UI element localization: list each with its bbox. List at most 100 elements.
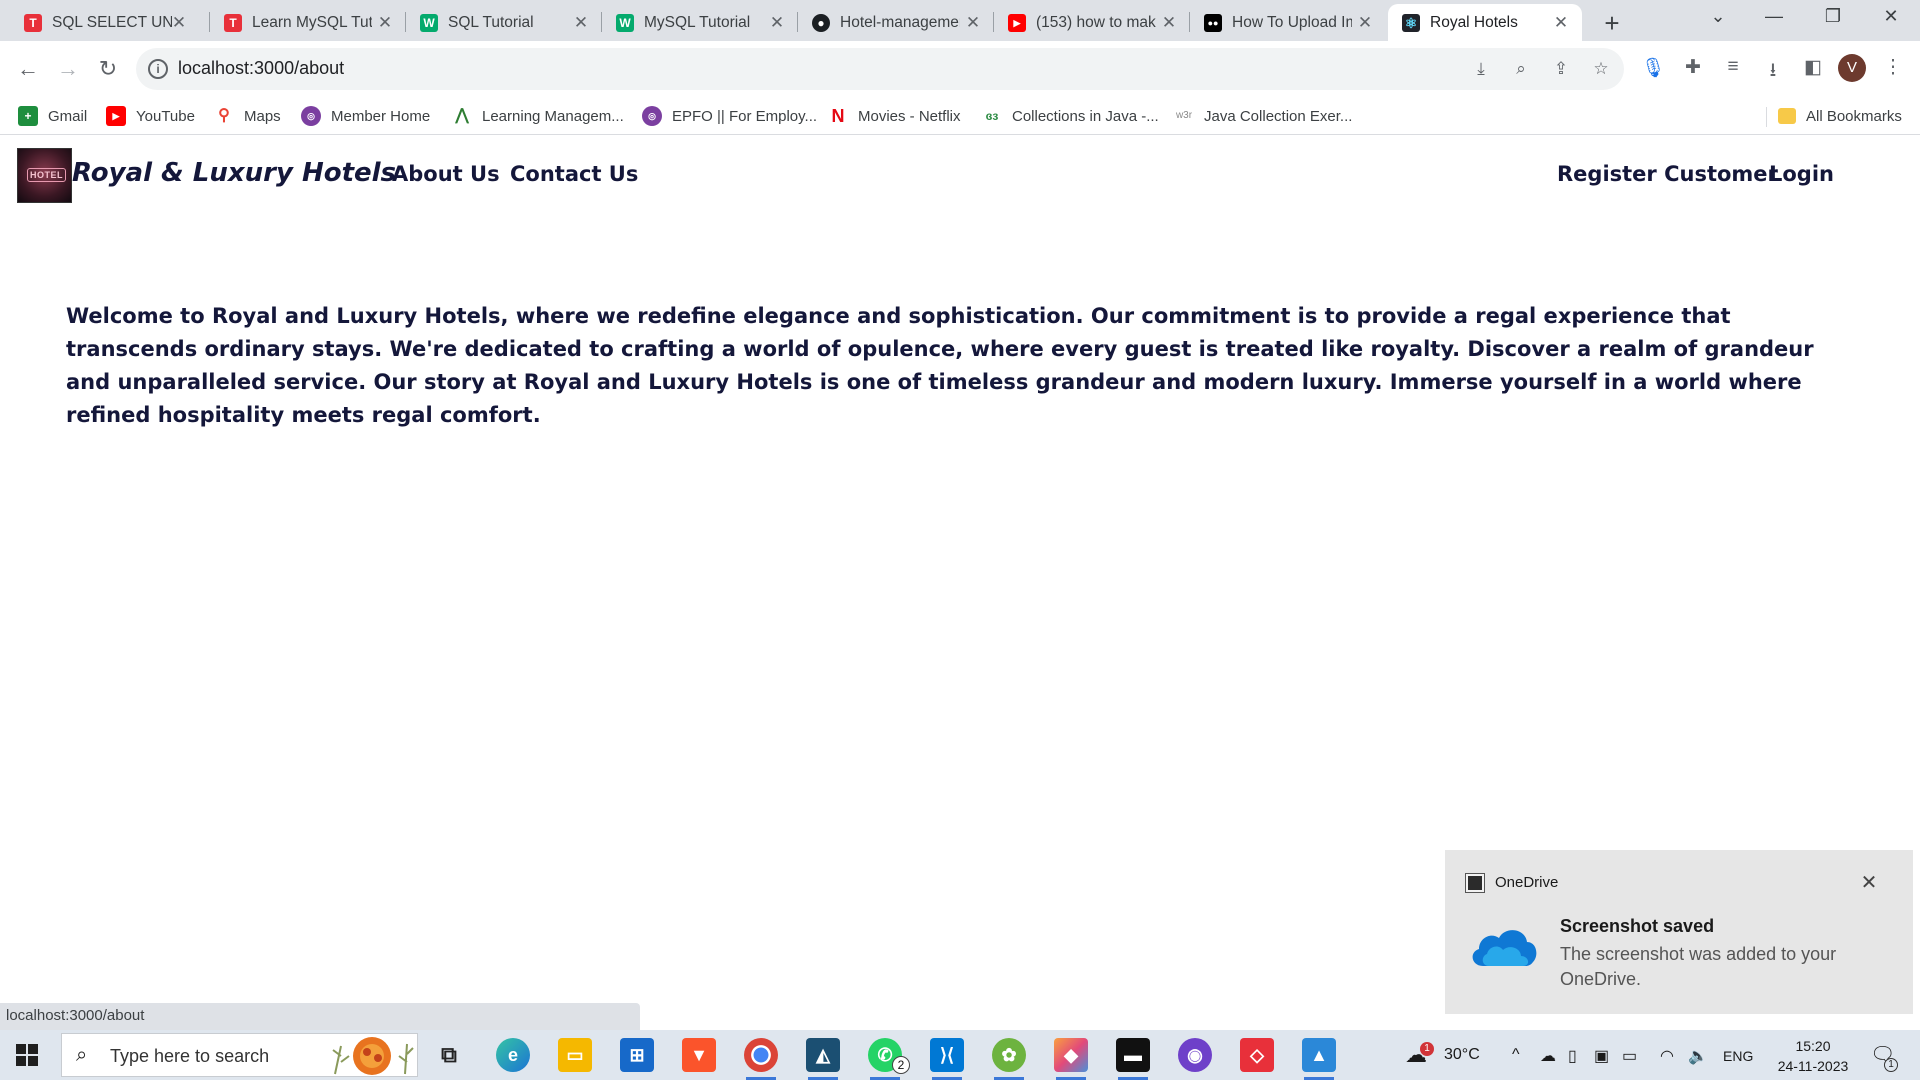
tab-how-to-upload[interactable]: ●● How To Upload Images ✕ <box>1190 4 1386 41</box>
app-launcher-icon[interactable]: ◇ <box>1240 1038 1274 1072</box>
taskbar-search-input[interactable]: ⌕ Type here to search <box>61 1033 418 1077</box>
edge-icon[interactable]: e <box>496 1038 530 1072</box>
address-bar[interactable]: i localhost:3000/about ⤓ ⌕ ⇪ ☆ <box>136 48 1624 90</box>
maps-pin-icon: ⚲ <box>218 107 230 124</box>
battery-icon[interactable]: ▭ <box>1622 1046 1637 1066</box>
profile-avatar[interactable]: V <box>1838 54 1866 82</box>
tutorial-tee-icon: T <box>24 14 42 32</box>
side-panel-icon[interactable]: ◧ <box>1800 56 1826 82</box>
browser-toolbar: ← → ↻ i localhost:3000/about ⤓ ⌕ ⇪ ☆ 🎙 ✚… <box>0 41 1920 97</box>
close-icon[interactable]: ✕ <box>1857 870 1881 894</box>
forward-arrow-icon[interactable]: → <box>54 55 82 83</box>
nav-about-us[interactable]: About Us <box>392 162 500 186</box>
bookmark-epfo[interactable]: ◎ EPFO || For Employ... <box>642 105 817 127</box>
clock-date: 24-11-2023 <box>1777 1058 1849 1074</box>
chrome-icon[interactable] <box>744 1038 778 1080</box>
media-queue-icon[interactable]: ≡ <box>1720 56 1746 82</box>
tab-hotel-management-github[interactable]: ● Hotel-management ✕ <box>798 4 994 41</box>
onedrive-tray-icon[interactable]: ☁ <box>1540 1046 1556 1066</box>
tab-search-chevron-icon[interactable]: ⌄ <box>1698 6 1738 27</box>
speaker-icon[interactable]: 🔈 <box>1688 1046 1708 1066</box>
nav-register-customer[interactable]: Register Customer <box>1557 162 1778 186</box>
close-icon[interactable]: ✕ <box>376 14 394 32</box>
windows-start-icon[interactable] <box>16 1044 38 1066</box>
github-icon: ● <box>812 14 830 32</box>
downloads-icon[interactable]: ⭳ <box>1760 56 1786 82</box>
github-desktop-icon[interactable]: ◉ <box>1178 1038 1212 1072</box>
tab-sql-tutorial[interactable]: W SQL Tutorial ✕ <box>406 4 602 41</box>
about-paragraph: Welcome to Royal and Luxury Hotels, wher… <box>66 304 1814 427</box>
close-icon[interactable]: ✕ <box>1160 14 1178 32</box>
temperature-label[interactable]: 30°C <box>1444 1046 1480 1064</box>
w3resource-icon: w3r <box>1175 110 1193 121</box>
extensions-puzzle-icon[interactable]: ✚ <box>1680 56 1706 82</box>
close-icon[interactable]: ✕ <box>964 14 982 32</box>
tab-title: SQL Tutorial <box>448 14 534 31</box>
tab-mysql-tutorial[interactable]: W MySQL Tutorial ✕ <box>602 4 798 41</box>
bookmark-collections-java[interactable]: ɞɜ Collections in Java -... <box>982 105 1159 127</box>
clock-time: 15:20 <box>1795 1038 1831 1054</box>
tab-youtube-video[interactable]: ▶ (153) how to make ✕ <box>994 4 1190 41</box>
bookmark-member-home[interactable]: ◎ Member Home <box>301 105 430 127</box>
terminal-icon[interactable]: ▬ <box>1116 1038 1150 1080</box>
window-close-icon[interactable]: ✕ <box>1871 6 1911 27</box>
site-navbar: HOTEL Royal & Luxury Hotels About Us Con… <box>0 136 1920 216</box>
notification-count-badge: 1 <box>1884 1058 1898 1072</box>
share-icon[interactable]: ⇪ <box>1550 59 1572 81</box>
site-brand[interactable]: Royal & Luxury Hotels <box>72 158 396 188</box>
bookmark-youtube[interactable]: ▶ YouTube <box>106 105 195 127</box>
taskbar-clock[interactable]: 15:20 24-11-2023 <box>1768 1036 1858 1076</box>
bookmark-netflix[interactable]: N Movies - Netflix <box>828 105 961 127</box>
all-bookmarks-folder[interactable]: All Bookmarks <box>1778 105 1902 127</box>
bookmark-gmail[interactable]: + Gmail <box>18 105 87 127</box>
bookmark-java-collection-exercises[interactable]: w3r Java Collection Exer... <box>1174 105 1352 127</box>
device-icon[interactable]: ▯ <box>1568 1046 1577 1066</box>
file-explorer-icon[interactable]: ▭ <box>558 1038 592 1072</box>
microphone-icon[interactable]: 🎙 <box>1640 56 1666 82</box>
windows-taskbar: ⌕ Type here to search ⧉ e ▭ ⊞ ▼ ◭ ✆ 2 ⟩⟨… <box>0 1030 1920 1080</box>
reload-icon[interactable]: ↻ <box>94 55 122 83</box>
spring-tools-icon[interactable]: ✿ <box>992 1038 1026 1080</box>
onedrive-notification[interactable]: OneDrive ✕ Screenshot saved The screensh… <box>1445 850 1913 1014</box>
task-view-icon[interactable]: ⧉ <box>432 1038 466 1072</box>
onedrive-app-icon <box>1465 873 1485 893</box>
tab-title: Hotel-management <box>840 14 960 31</box>
tab-sql-select-unique[interactable]: T SQL SELECT UNIQUE ✕ <box>0 4 200 41</box>
close-icon[interactable]: ✕ <box>572 14 590 32</box>
install-app-icon[interactable]: ⤓ <box>1470 59 1492 81</box>
new-tab-plus-icon[interactable]: + <box>1599 8 1625 39</box>
meet-now-icon[interactable]: ▣ <box>1594 1046 1609 1066</box>
site-info-icon[interactable]: i <box>148 59 168 79</box>
vscode-icon[interactable]: ⟩⟨ <box>930 1038 964 1080</box>
close-icon[interactable]: ✕ <box>170 14 188 32</box>
bookmark-learning-management[interactable]: ⋀ Learning Managem... <box>452 105 623 127</box>
nav-login[interactable]: Login <box>1769 162 1834 186</box>
tab-learn-mysql[interactable]: T Learn MySQL Tutorial ✕ <box>210 4 406 41</box>
close-icon[interactable]: ✕ <box>1552 14 1570 32</box>
tray-chevron-up-icon[interactable]: ^ <box>1512 1046 1520 1064</box>
hotel-logo[interactable]: HOTEL <box>17 148 72 203</box>
language-indicator[interactable]: ENG <box>1723 1048 1753 1064</box>
zoom-icon[interactable]: ⌕ <box>1510 59 1532 81</box>
store-icon[interactable]: ⊞ <box>620 1038 654 1072</box>
folder-icon <box>1778 108 1796 124</box>
nav-contact-us[interactable]: Contact Us <box>510 162 638 186</box>
back-arrow-icon[interactable]: ← <box>14 55 42 83</box>
close-icon[interactable]: ✕ <box>1356 14 1374 32</box>
git-client-icon[interactable]: ◆ <box>1054 1038 1088 1080</box>
wifi-icon[interactable]: ◠ <box>1660 1046 1674 1066</box>
address-url[interactable]: localhost:3000/about <box>178 58 344 79</box>
photos-icon[interactable]: ▲ <box>1302 1038 1336 1080</box>
toast-body: The screenshot was added to your OneDriv… <box>1560 944 1837 989</box>
close-icon[interactable]: ✕ <box>768 14 786 32</box>
brave-icon[interactable]: ▼ <box>682 1038 716 1072</box>
restore-icon[interactable]: ❐ <box>1813 6 1853 27</box>
bookmark-maps[interactable]: ⚲ Maps <box>214 105 281 127</box>
bookmark-star-icon[interactable]: ☆ <box>1590 59 1612 81</box>
minimize-icon[interactable]: — <box>1754 6 1794 27</box>
kebab-menu-icon[interactable]: ⋮ <box>1880 56 1906 82</box>
link-status-bubble: localhost:3000/about <box>0 1003 640 1030</box>
browser-tab-strip: T SQL SELECT UNIQUE ✕ T Learn MySQL Tuto… <box>0 0 1920 41</box>
tab-royal-hotels[interactable]: ⚛ Royal Hotels ✕ <box>1388 4 1582 41</box>
mysql-workbench-icon[interactable]: ◭ <box>806 1038 840 1080</box>
